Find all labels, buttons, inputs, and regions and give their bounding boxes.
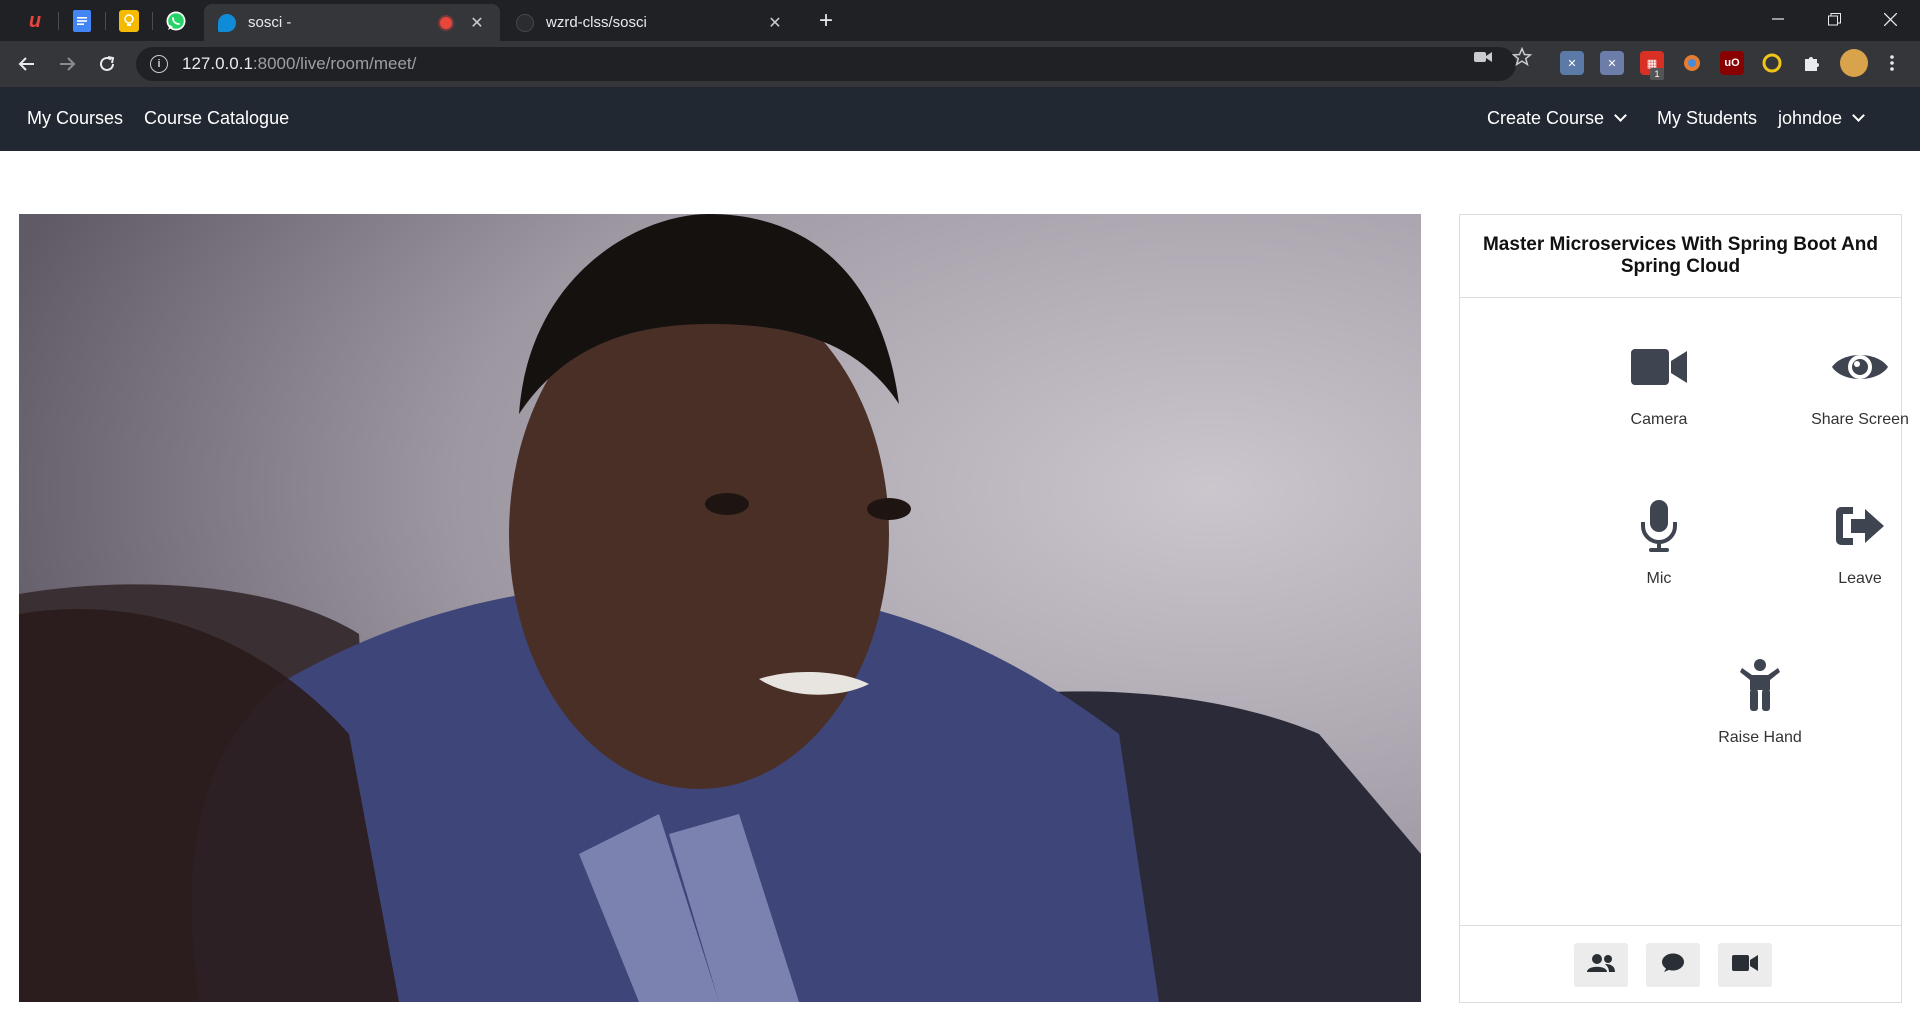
camera-label: Camera [1630, 411, 1688, 428]
raise-hand-label: Raise Hand [1718, 729, 1802, 746]
site-info-icon[interactable]: i [150, 55, 168, 73]
pinned-tab-whatsapp[interactable] [153, 4, 199, 38]
minimize-icon[interactable] [1750, 0, 1806, 38]
extension-badge: 1 [1650, 68, 1664, 80]
extension-4-icon[interactable] [1680, 51, 1704, 75]
participants-button[interactable] [1574, 943, 1628, 987]
close-window-icon[interactable] [1862, 0, 1918, 38]
address-bar[interactable]: i 127.0.0.1:8000/live/room/meet/ [136, 47, 1516, 81]
nav-create-course[interactable]: Create Course [1487, 108, 1627, 129]
extension-1-icon[interactable]: ✕ [1560, 51, 1584, 75]
username: johndoe [1778, 108, 1843, 128]
restore-icon[interactable] [1806, 0, 1862, 38]
forward-icon[interactable] [51, 48, 83, 80]
tab-close-icon[interactable]: ✕ [468, 13, 486, 33]
meeting-panel: Master Microservices With Spring Boot An… [1459, 214, 1909, 1003]
sign-out-icon [1780, 496, 1920, 556]
sosci-favicon-icon [218, 13, 236, 32]
leave-button[interactable]: Leave [1780, 496, 1920, 588]
tab-title: sosci - [248, 14, 292, 31]
new-tab-button[interactable]: + [812, 8, 840, 36]
webcam-frame [19, 214, 1421, 1002]
app-navbar: My Courses Course Catalogue Create Cours… [0, 87, 1920, 151]
tab-close-icon[interactable]: ✕ [766, 13, 784, 33]
bookmark-star-icon[interactable] [1511, 46, 1533, 72]
mic-button[interactable]: Mic [1579, 496, 1739, 588]
url-path: :8000/live/room/meet/ [252, 54, 417, 73]
docs-icon [73, 10, 91, 32]
pinned-tab-docs[interactable] [59, 4, 105, 38]
nav-user-menu[interactable]: johndoe [1778, 108, 1865, 129]
extension-2-icon[interactable]: ✕ [1600, 51, 1624, 75]
extension-6-icon[interactable] [1760, 51, 1784, 75]
camera-button[interactable]: Camera [1579, 337, 1739, 429]
back-icon[interactable] [11, 48, 43, 80]
app-logo-icon: u [28, 9, 42, 32]
browser-toolbar: i 127.0.0.1:8000/live/room/meet/ ✕ ✕ ▦ u… [0, 41, 1920, 87]
raise-hand-button[interactable]: Raise Hand [1680, 655, 1840, 747]
child-raise-hand-icon [1680, 655, 1840, 715]
tab-sosci[interactable]: sosci - ✕ [204, 4, 500, 41]
pinned-tab-keep[interactable] [106, 4, 152, 38]
share-screen-label: Share Screen [1811, 411, 1909, 428]
chat-button[interactable] [1646, 943, 1700, 987]
nav-course-catalogue[interactable]: Course Catalogue [144, 108, 289, 129]
nav-my-students[interactable]: My Students [1657, 108, 1757, 129]
pinned-tab-1[interactable]: u [12, 4, 58, 38]
nav-create-course-label: Create Course [1487, 108, 1605, 128]
ublock-icon[interactable]: uO [1720, 51, 1744, 75]
tab-github[interactable]: wzrd-clss/sosci ✕ [502, 4, 798, 41]
recording-indicator-icon [440, 16, 452, 29]
video-icon [1732, 954, 1758, 977]
camera-in-use-icon[interactable] [1474, 49, 1492, 69]
video-camera-icon [1579, 337, 1739, 397]
eye-icon [1780, 337, 1920, 397]
reload-icon[interactable] [91, 48, 123, 80]
course-title: Master Microservices With Spring Boot An… [1460, 215, 1901, 298]
microphone-icon [1579, 496, 1739, 556]
tab-title: wzrd-clss/sosci [546, 14, 647, 31]
share-screen-button[interactable]: Share Screen [1780, 337, 1920, 429]
nav-my-courses[interactable]: My Courses [27, 108, 123, 129]
browser-tabstrip: u sosci - ✕ wzrd-clss/sosci ✕ + [0, 0, 1920, 41]
whatsapp-icon [165, 10, 187, 32]
mic-label: Mic [1646, 570, 1672, 587]
panel-footer [1460, 925, 1901, 1002]
video-feed [19, 214, 1421, 1002]
chevron-down-icon [1852, 109, 1865, 122]
chat-icon [1661, 952, 1685, 979]
users-icon [1587, 953, 1615, 978]
leave-label: Leave [1838, 570, 1882, 587]
keep-icon [119, 10, 139, 32]
video-toggle-button[interactable] [1718, 943, 1772, 987]
github-favicon-icon [516, 13, 534, 32]
url-host: 127.0.0.1 [182, 54, 253, 73]
extensions-puzzle-icon[interactable] [1800, 51, 1824, 75]
profile-avatar-icon[interactable] [1840, 49, 1868, 77]
browser-menu-icon[interactable] [1880, 51, 1904, 75]
chevron-down-icon [1614, 109, 1627, 122]
